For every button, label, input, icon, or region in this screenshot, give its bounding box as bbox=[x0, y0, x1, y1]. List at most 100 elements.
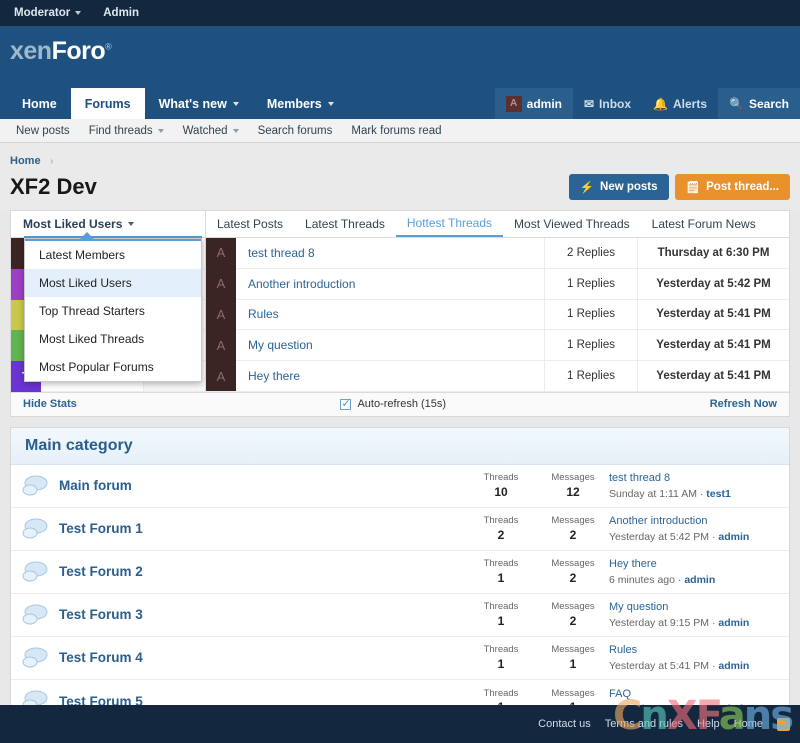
nav-account-admin[interactable]: A admin bbox=[494, 88, 573, 119]
last-post-user[interactable]: admin bbox=[718, 531, 749, 543]
stats-mode-selector[interactable]: Most Liked Users bbox=[11, 211, 206, 237]
nav-alerts[interactable]: 🔔 Alerts bbox=[642, 88, 718, 119]
page-title: XF2 Dev bbox=[10, 174, 97, 199]
last-post-user[interactable]: admin bbox=[718, 617, 749, 629]
stats-tab-most-viewed-threads[interactable]: Most Viewed Threads bbox=[503, 211, 641, 237]
forum-last-post: My question Yesterday at 9:15 PM · admin bbox=[609, 599, 789, 631]
rss-icon[interactable] bbox=[777, 717, 790, 731]
forum-name[interactable]: Main forum bbox=[59, 478, 465, 493]
auto-refresh-checkbox[interactable] bbox=[340, 397, 352, 410]
messages-label: Messages bbox=[551, 601, 595, 613]
modbar-admin-label: Admin bbox=[103, 7, 140, 19]
dropdown-item-most-liked-threads[interactable]: Most Liked Threads bbox=[25, 325, 201, 353]
auto-refresh-control[interactable]: Auto-refresh (15s) bbox=[340, 397, 446, 410]
table-row[interactable]: A My question 1 Replies Yesterday at 5:4… bbox=[206, 329, 789, 362]
last-post-meta: Sunday at 1:11 AM · test1 bbox=[609, 487, 781, 502]
nav-tab-home[interactable]: Home bbox=[8, 88, 71, 119]
chevron-down-icon bbox=[128, 222, 135, 226]
chevron-down-icon bbox=[75, 11, 82, 15]
thread-title[interactable]: test thread 8 bbox=[236, 246, 544, 260]
hide-stats-link[interactable]: Hide Stats bbox=[23, 398, 77, 410]
subnav-mark-forums-read[interactable]: Mark forums read bbox=[343, 125, 449, 137]
threads-label: Threads bbox=[483, 601, 519, 613]
forum-row[interactable]: Test Forum 3 Threads 1 Messages 2 My que… bbox=[11, 594, 789, 637]
site-logo[interactable]: xenForo® bbox=[10, 37, 112, 66]
table-row[interactable]: A Rules 1 Replies Yesterday at 5:41 PM bbox=[206, 299, 789, 331]
last-post-title[interactable]: FAQ bbox=[609, 686, 781, 703]
refresh-now-link[interactable]: Refresh Now bbox=[710, 398, 777, 410]
thread-title[interactable]: Rules bbox=[236, 307, 544, 321]
footer-link-terms-and-rules[interactable]: Terms and rules bbox=[605, 718, 683, 730]
subnav-new-posts-label: New posts bbox=[16, 124, 70, 137]
table-row[interactable]: A Hey there 1 Replies Yesterday at 5:41 … bbox=[206, 360, 789, 392]
chevron-down-icon bbox=[232, 101, 239, 106]
nav-search[interactable]: 🔍 Search bbox=[718, 88, 800, 119]
pencil-square-icon: 🗒 bbox=[685, 182, 701, 194]
last-post-user[interactable]: admin bbox=[718, 660, 749, 672]
forum-row[interactable]: Test Forum 4 Threads 1 Messages 1 Rules … bbox=[11, 637, 789, 680]
subnav-find-threads[interactable]: Find threads bbox=[81, 125, 172, 137]
last-post-title[interactable]: Another introduction bbox=[609, 513, 781, 530]
nav-inbox[interactable]: ✉ Inbox bbox=[573, 88, 642, 119]
stats-tab-latest-posts[interactable]: Latest Posts bbox=[206, 211, 294, 237]
speech-bubbles-icon bbox=[11, 561, 59, 583]
stats-tab-hottest-threads[interactable]: Hottest Threads bbox=[395, 211, 504, 237]
subnav-search-forums[interactable]: Search forums bbox=[250, 125, 341, 137]
breadcrumb-home[interactable]: Home bbox=[10, 155, 41, 167]
thread-replies: 1 Replies bbox=[544, 329, 637, 361]
table-row[interactable]: A Another introduction 1 Replies Yesterd… bbox=[206, 268, 789, 300]
dropdown-item-most-liked-users[interactable]: Most Liked Users bbox=[25, 269, 201, 297]
forum-name[interactable]: Test Forum 2 bbox=[59, 564, 465, 579]
page-action-buttons: ⚡ New posts 🗒 Post thread... bbox=[568, 174, 790, 200]
forum-name[interactable]: Test Forum 1 bbox=[59, 521, 465, 536]
forum-messages-stat: Messages 2 bbox=[537, 558, 609, 586]
last-post-title[interactable]: My question bbox=[609, 599, 781, 616]
dropdown-item-latest-members[interactable]: Latest Members bbox=[25, 241, 201, 269]
forum-last-post: Another introduction Yesterday at 5:42 P… bbox=[609, 513, 789, 545]
forum-row[interactable]: Test Forum 1 Threads 2 Messages 2 Anothe… bbox=[11, 508, 789, 551]
nav-tab-forums[interactable]: Forums bbox=[70, 88, 145, 119]
threads-label: Threads bbox=[483, 687, 519, 699]
last-post-time: Sunday at 1:11 AM bbox=[609, 487, 697, 500]
stats-tab-latest-forum-news[interactable]: Latest Forum News bbox=[641, 211, 767, 237]
new-posts-button[interactable]: ⚡ New posts bbox=[568, 174, 669, 200]
forum-name[interactable]: Test Forum 3 bbox=[59, 607, 465, 622]
last-post-time: 6 minutes ago bbox=[609, 573, 675, 586]
forum-row[interactable]: Main forum Threads 10 Messages 12 test t… bbox=[11, 465, 789, 508]
table-row[interactable]: A test thread 8 2 Replies Thursday at 6:… bbox=[206, 237, 789, 269]
forum-name[interactable]: Test Forum 4 bbox=[59, 650, 465, 665]
last-post-user[interactable]: test1 bbox=[706, 488, 731, 500]
post-thread-button[interactable]: 🗒 Post thread... bbox=[674, 174, 790, 200]
nav-tab-whats-new[interactable]: What's new bbox=[145, 88, 253, 119]
dropdown-item-most-popular-forums[interactable]: Most Popular Forums bbox=[25, 353, 201, 381]
envelope-icon: ✉ bbox=[583, 96, 595, 111]
last-post-time: Yesterday at 5:41 PM bbox=[609, 659, 710, 672]
subnav-watched[interactable]: Watched bbox=[175, 125, 247, 137]
forum-row[interactable]: Test Forum 2 Threads 1 Messages 2 Hey th… bbox=[11, 551, 789, 594]
footer-link-contact-us[interactable]: Contact us bbox=[538, 718, 591, 730]
last-post-title[interactable]: Hey there bbox=[609, 556, 781, 573]
modbar-item-admin[interactable]: Admin bbox=[103, 7, 139, 19]
meta-separator: · bbox=[699, 487, 704, 500]
subnav-new-posts[interactable]: New posts bbox=[8, 125, 78, 137]
moderator-bar: Moderator Admin bbox=[0, 0, 800, 26]
messages-label: Messages bbox=[551, 644, 595, 656]
stats-tab-latest-threads[interactable]: Latest Threads bbox=[294, 211, 396, 237]
forum-statistics-block: Most Liked Users Latest Posts Latest Thr… bbox=[10, 210, 790, 417]
thread-title[interactable]: Hey there bbox=[236, 369, 544, 383]
thread-date: Yesterday at 5:41 PM bbox=[637, 299, 789, 330]
speech-bubbles-icon bbox=[11, 475, 59, 497]
stats-mode-dropdown-menu[interactable]: Latest Members Most Liked Users Top Thre… bbox=[24, 232, 202, 382]
nav-tab-members[interactable]: Members bbox=[253, 88, 348, 119]
thread-title[interactable]: Another introduction bbox=[236, 277, 544, 291]
footer-link-help[interactable]: Help bbox=[697, 718, 720, 730]
avatar: A bbox=[505, 95, 522, 112]
dropdown-item-top-thread-starters[interactable]: Top Thread Starters bbox=[25, 297, 201, 325]
last-post-user[interactable]: admin bbox=[684, 574, 715, 586]
last-post-title[interactable]: test thread 8 bbox=[609, 470, 781, 487]
modbar-item-moderator[interactable]: Moderator bbox=[14, 7, 82, 19]
last-post-title[interactable]: Rules bbox=[609, 642, 781, 659]
footer-link-home[interactable]: Home bbox=[734, 718, 763, 730]
thread-title[interactable]: My question bbox=[236, 338, 544, 352]
thread-date: Yesterday at 5:41 PM bbox=[637, 360, 789, 392]
